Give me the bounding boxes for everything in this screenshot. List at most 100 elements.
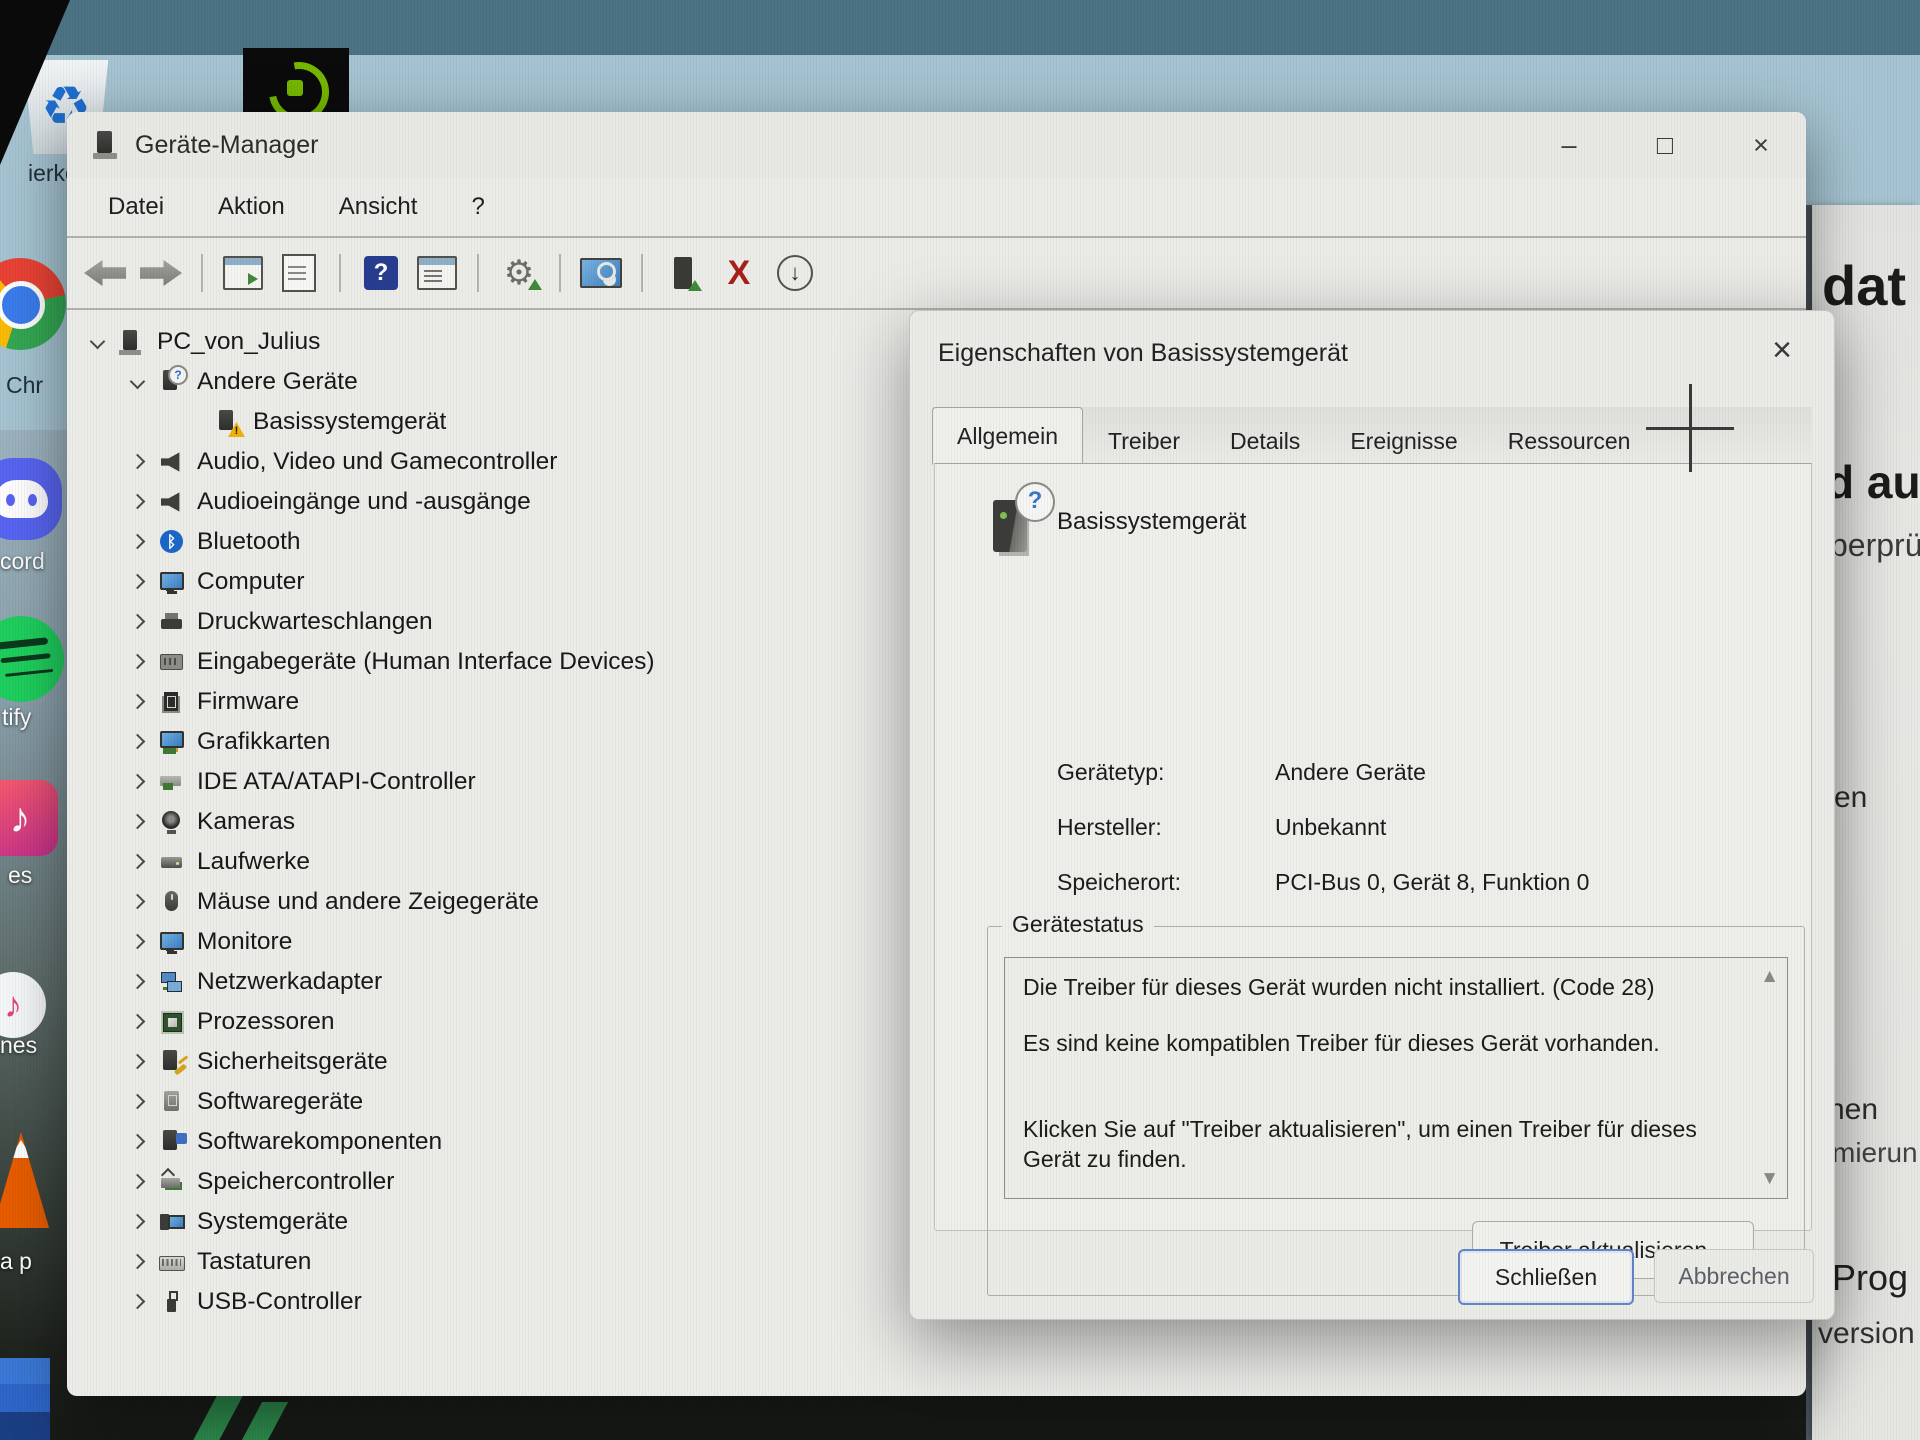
tab-page-allgemein: Basissystemgerät Gerätetyp:Andere Geräte…: [934, 463, 1812, 1231]
properties-button[interactable]: [277, 251, 321, 295]
tab-ereignisse[interactable]: Ereignisse: [1325, 417, 1482, 465]
chevron-right-icon[interactable]: [123, 767, 153, 797]
device-status-text[interactable]: Die Treiber für dieses Gerät wurden nich…: [1004, 957, 1788, 1199]
security-icon: [159, 1049, 185, 1075]
dialog-close-button[interactable]: ×: [1772, 333, 1792, 367]
menu-item-datei[interactable]: Datei: [81, 193, 191, 221]
update-driver-button[interactable]: [497, 251, 541, 295]
field-label: Hersteller:: [1057, 814, 1275, 841]
background-text-fragment: mierun: [1832, 1137, 1918, 1169]
title-bar[interactable]: Geräte-Manager – □ ×: [67, 112, 1806, 178]
chevron-right-icon[interactable]: [123, 967, 153, 997]
chevron-down-icon[interactable]: [123, 367, 153, 397]
chevron-right-icon[interactable]: [123, 887, 153, 917]
storage-icon: [159, 1169, 185, 1195]
forward-button[interactable]: [139, 251, 183, 295]
background-text-fragment: en: [1834, 781, 1867, 815]
field-row: Gerätetyp:Andere Geräte: [1057, 759, 1426, 786]
disable-down-arrow-icon: [777, 255, 813, 291]
chevron-right-icon[interactable]: [123, 727, 153, 757]
action-pane-button[interactable]: [415, 251, 459, 295]
music-note-glyph: ♪: [4, 984, 22, 1026]
music-note-glyph: ♪: [10, 794, 31, 842]
chevron-right-icon[interactable]: [123, 1247, 153, 1277]
speaker-icon: [159, 489, 185, 515]
chevron-right-icon[interactable]: [123, 1207, 153, 1237]
tree-item-label: Systemgeräte: [197, 1208, 348, 1236]
tab-details[interactable]: Details: [1205, 417, 1325, 465]
disable-device-button[interactable]: [773, 251, 817, 295]
apple-music-icon[interactable]: ♪: [0, 780, 58, 856]
hid-icon: [159, 649, 185, 675]
device-status-label: Gerätestatus: [1002, 911, 1154, 938]
help-button[interactable]: [359, 251, 403, 295]
software-component-icon: [159, 1129, 185, 1155]
uninstall-device-button[interactable]: [717, 251, 761, 295]
chevron-right-icon[interactable]: [123, 607, 153, 637]
chevron-right-icon[interactable]: [123, 687, 153, 717]
chevron-right-icon[interactable]: [123, 927, 153, 957]
tree-item-label: Audioeingänge und -ausgänge: [197, 488, 531, 516]
menu-item-ansicht[interactable]: Ansicht: [312, 193, 445, 221]
red-x-icon: [728, 256, 751, 290]
chevron-down-icon[interactable]: [83, 327, 113, 357]
schliessen-button[interactable]: Schließen: [1458, 1249, 1634, 1305]
close-button[interactable]: ×: [1744, 130, 1778, 161]
abbrechen-button[interactable]: Abbrechen: [1654, 1249, 1814, 1303]
chevron-right-icon[interactable]: [123, 447, 153, 477]
itunes-label: nes: [0, 1032, 37, 1059]
show-console-tree-button[interactable]: [221, 251, 265, 295]
back-button[interactable]: [83, 251, 127, 295]
tab-allgemein[interactable]: Allgemein: [932, 407, 1083, 465]
network-icon: [159, 969, 185, 995]
tree-item-label: Prozessoren: [197, 1008, 335, 1036]
menu-item-aktion[interactable]: Aktion: [191, 193, 312, 221]
tab-strip: AllgemeinTreiberDetailsEreignisseRessour…: [932, 407, 1812, 465]
chevron-right-icon[interactable]: [123, 1047, 153, 1077]
menu-item-?[interactable]: ?: [444, 193, 511, 221]
chevron-right-icon[interactable]: [123, 847, 153, 877]
chevron-right-icon[interactable]: [123, 487, 153, 517]
chevron-right-icon[interactable]: [123, 1087, 153, 1117]
field-label: Speicherort:: [1057, 869, 1275, 896]
scroll-down-icon[interactable]: ▼: [1760, 1168, 1779, 1190]
chevron-right-icon[interactable]: [123, 1287, 153, 1317]
console-tree-icon: [223, 256, 263, 290]
tab-treiber[interactable]: Treiber: [1083, 417, 1205, 465]
background-text-fragment: nen: [1828, 1093, 1878, 1127]
printer-icon: [159, 609, 185, 635]
chevron-right-icon[interactable]: [123, 1007, 153, 1037]
tree-item-label: Computer: [197, 568, 305, 596]
field-label: Gerätetyp:: [1057, 759, 1275, 786]
back-arrow-icon: [84, 260, 126, 286]
chevron-right-icon[interactable]: [123, 1127, 153, 1157]
tree-item-label: Kameras: [197, 808, 295, 836]
discord-icon[interactable]: [0, 458, 62, 540]
tab-ressourcen[interactable]: Ressourcen: [1483, 417, 1656, 465]
chevron-right-icon[interactable]: [123, 807, 153, 837]
computer-root-icon: [119, 329, 145, 355]
scan-hardware-button[interactable]: [579, 251, 623, 295]
device-arrow-icon: [674, 257, 692, 289]
minimize-button[interactable]: –: [1552, 130, 1586, 161]
mouse-icon: [159, 889, 185, 915]
chevron-right-icon[interactable]: [123, 527, 153, 557]
forward-arrow-icon: [140, 260, 182, 286]
chevron-right-icon[interactable]: [123, 1167, 153, 1197]
chevron-right-icon[interactable]: [123, 647, 153, 677]
add-drivers-button[interactable]: [661, 251, 705, 295]
background-text-fragment: version: [1818, 1317, 1915, 1351]
status-line: Es sind keine kompatiblen Treiber für di…: [1005, 1028, 1787, 1058]
tree-item-label: Monitore: [197, 928, 292, 956]
device-manager-app-icon: [93, 130, 121, 160]
maximize-button[interactable]: □: [1648, 130, 1682, 161]
scroll-up-icon[interactable]: ▲: [1760, 966, 1779, 988]
toolbar-separator: [339, 254, 341, 292]
field-row: Speicherort:PCI-Bus 0, Gerät 8, Funktion…: [1057, 869, 1589, 896]
field-row: Hersteller:Unbekannt: [1057, 814, 1386, 841]
minecraft-icon[interactable]: [0, 1358, 50, 1440]
chevron-right-icon[interactable]: [123, 567, 153, 597]
toolbar-separator: [201, 254, 203, 292]
tree-item-label: Sicherheitsgeräte: [197, 1048, 388, 1076]
speaker-icon: [159, 449, 185, 475]
